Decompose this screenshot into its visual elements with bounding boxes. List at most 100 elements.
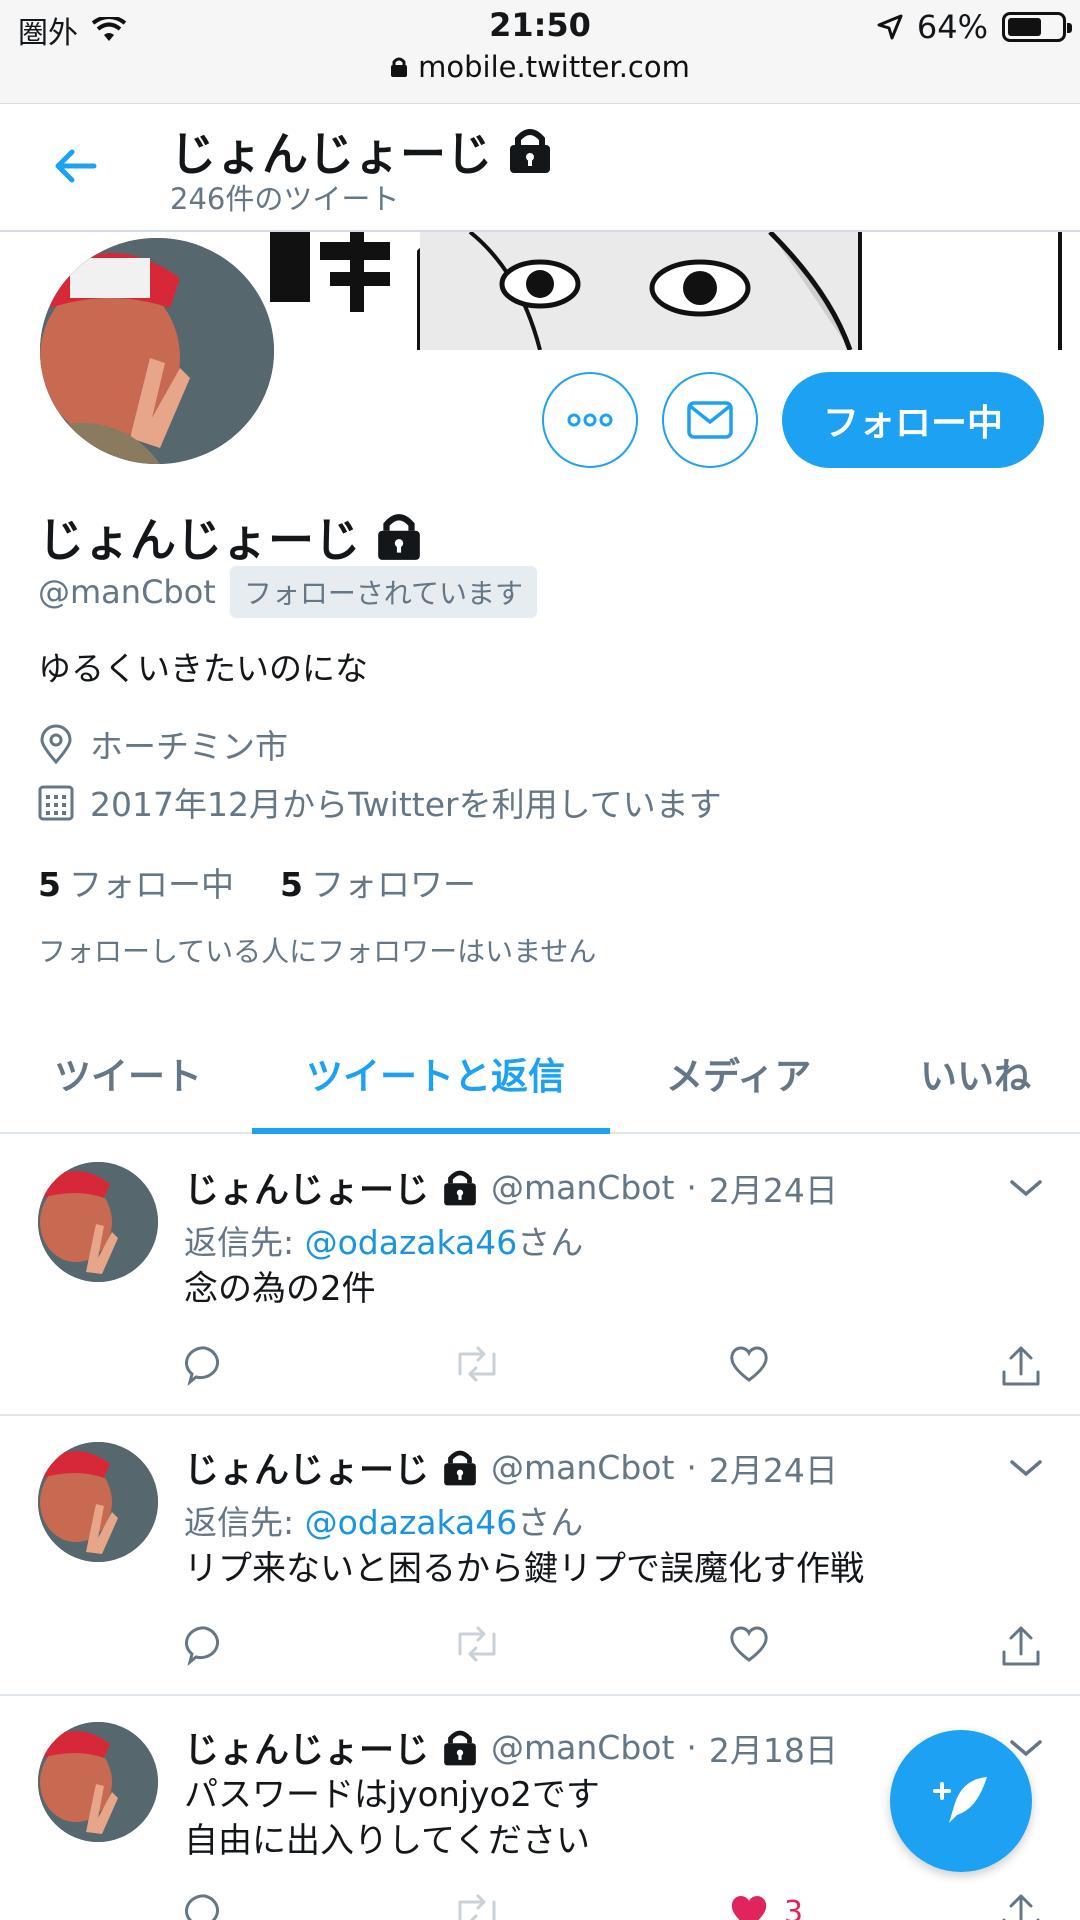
tweet-author-name[interactable]: じょんじょーじ — [184, 1722, 429, 1773]
avatar-photo — [38, 1722, 158, 1842]
active-tab-indicator — [252, 1128, 610, 1134]
share-button[interactable] — [1000, 1892, 1042, 1920]
profile-bio: ゆるくいきたいのにな — [38, 649, 368, 688]
compose-feather-icon — [933, 1777, 987, 1823]
more-options-button[interactable] — [542, 372, 638, 468]
followers-count-link[interactable]: 5 フォロワー — [280, 858, 476, 906]
tweet-date[interactable]: 2月24日 — [709, 1164, 838, 1212]
profile-joined: 2017年12月からTwitterを利用しています — [38, 778, 722, 826]
status-bar: 圏外 21:50 64% mobile.twitter.com — [0, 0, 1080, 104]
avatar-photo — [40, 238, 274, 464]
retweet-icon — [458, 1626, 496, 1662]
like-button[interactable] — [728, 1624, 784, 1664]
reply-context: 返信先: @odazaka46さん — [184, 1496, 583, 1544]
tweet-author-handle: @manCbot — [491, 1448, 675, 1487]
reply-button[interactable] — [184, 1344, 226, 1386]
profile-handle-row: @manCbot フォローされています — [38, 566, 538, 618]
reply-mention[interactable]: @odazaka46 — [305, 1503, 518, 1542]
no-mutual-followers-note: フォローしている人にフォロワーはいません — [38, 935, 597, 968]
protected-lock-icon — [444, 1450, 476, 1485]
profile-display-name: じょんじょーじ — [38, 513, 360, 567]
reply-icon — [185, 1346, 219, 1386]
tweet-avatar[interactable] — [38, 1722, 158, 1842]
like-button[interactable]: 3 — [728, 1892, 803, 1920]
following-label: フォロー中 — [68, 865, 234, 904]
envelope-icon — [687, 401, 733, 439]
compose-tweet-button[interactable] — [890, 1730, 1032, 1872]
tweet-actions — [184, 1344, 1050, 1394]
retweet-button — [454, 1892, 500, 1920]
profile-header: じょんじょーじ 246件のツイート — [0, 104, 1080, 232]
status-right: 64% — [877, 8, 1072, 46]
share-icon — [1002, 1626, 1040, 1666]
tweet-author-handle: @manCbot — [491, 1168, 675, 1207]
battery-icon — [1002, 12, 1072, 42]
tab-tweets-and-replies[interactable]: ツイートと返信 — [306, 1046, 565, 1100]
location-pin-icon — [40, 724, 72, 764]
tweet-date[interactable]: 2月24日 — [709, 1444, 838, 1492]
tab-media[interactable]: メディア — [666, 1046, 811, 1100]
chevron-down-icon[interactable] — [1008, 1456, 1044, 1480]
tweet-header: じょんじょーじ @manCbot · 2月24日 — [184, 1442, 838, 1493]
profile-handle: @manCbot — [38, 573, 216, 611]
tweet-count: 246件のツイート — [170, 182, 400, 216]
share-button[interactable] — [1000, 1624, 1042, 1668]
profile-tabs: ツイート ツイートと返信 メディア いいね — [0, 1010, 1080, 1134]
lock-icon — [391, 57, 408, 77]
protected-lock-icon — [378, 514, 420, 560]
following-count: 5 — [38, 865, 61, 904]
header-title: じょんじょーじ — [170, 118, 554, 184]
heart-icon — [730, 1626, 768, 1662]
retweet-icon — [458, 1894, 496, 1920]
tweet-header: じょんじょーじ @manCbot · 2月24日 — [184, 1162, 838, 1213]
like-button[interactable] — [728, 1344, 784, 1384]
chevron-down-icon[interactable] — [1008, 1176, 1044, 1200]
heart-filled-icon — [731, 1896, 767, 1920]
reply-button[interactable] — [184, 1624, 226, 1666]
url-text: mobile.twitter.com — [418, 50, 690, 84]
reply-context: 返信先: @odazaka46さん — [184, 1216, 583, 1264]
separator-dot: · — [686, 1448, 697, 1487]
tweet-item[interactable]: じょんじょーじ @manCbot · 2月24日 返信先: @odazaka46… — [0, 1416, 1080, 1696]
tweet-author-name[interactable]: じょんじょーじ — [184, 1162, 429, 1213]
tweet-avatar[interactable] — [38, 1442, 158, 1562]
battery-percent: 64% — [916, 8, 988, 46]
following-button[interactable]: フォロー中 — [782, 372, 1044, 468]
reply-suffix: さん — [517, 1223, 584, 1262]
joined-text: 2017年12月からTwitterを利用しています — [90, 785, 722, 824]
message-button[interactable] — [662, 372, 758, 468]
retweet-button — [454, 1624, 500, 1664]
location-arrow-icon — [877, 14, 903, 40]
tweet-text-line: 自由に出入りしてください — [184, 1821, 590, 1861]
tweet-text-line: パスワードはjyonjyo2です — [184, 1775, 600, 1815]
more-dots-icon — [567, 413, 613, 427]
tweet-date[interactable]: 2月18日 — [709, 1724, 838, 1772]
tweet-text: 念の為の2件 — [184, 1269, 376, 1309]
following-count-link[interactable]: 5 フォロー中 — [38, 858, 234, 906]
tweet-text: リプ来ないと困るから鍵リプで誤魔化す作戦 — [184, 1549, 864, 1589]
tab-tweets[interactable]: ツイート — [54, 1046, 202, 1100]
calendar-icon — [38, 785, 74, 821]
reply-suffix: さん — [517, 1503, 584, 1542]
share-button[interactable] — [1000, 1344, 1042, 1388]
tweet-avatar[interactable] — [38, 1162, 158, 1282]
reply-mention[interactable]: @odazaka46 — [305, 1223, 518, 1262]
followers-label: フォロワー — [310, 865, 476, 904]
like-count: 3 — [784, 1894, 804, 1920]
tab-likes[interactable]: いいね — [920, 1046, 1031, 1100]
profile-avatar[interactable] — [34, 232, 280, 470]
header-name: じょんじょーじ — [170, 127, 492, 181]
reply-icon — [185, 1626, 219, 1666]
tweet-author-name[interactable]: じょんじょーじ — [184, 1442, 429, 1493]
protected-lock-icon — [510, 129, 550, 173]
tweet-header: じょんじょーじ @manCbot · 2月18日 — [184, 1722, 838, 1773]
reply-button[interactable] — [184, 1892, 226, 1920]
tweet-author-handle: @manCbot — [491, 1728, 675, 1767]
retweet-icon — [458, 1346, 496, 1382]
tweet-item[interactable]: じょんじょーじ @manCbot · 2月24日 返信先: @odazaka46… — [0, 1136, 1080, 1416]
back-arrow-icon[interactable] — [52, 142, 100, 190]
reply-icon — [185, 1894, 219, 1920]
profile-counts: 5 フォロー中 5 フォロワー — [38, 858, 476, 906]
url-bar[interactable]: mobile.twitter.com — [0, 50, 1080, 84]
followers-count: 5 — [279, 865, 303, 904]
